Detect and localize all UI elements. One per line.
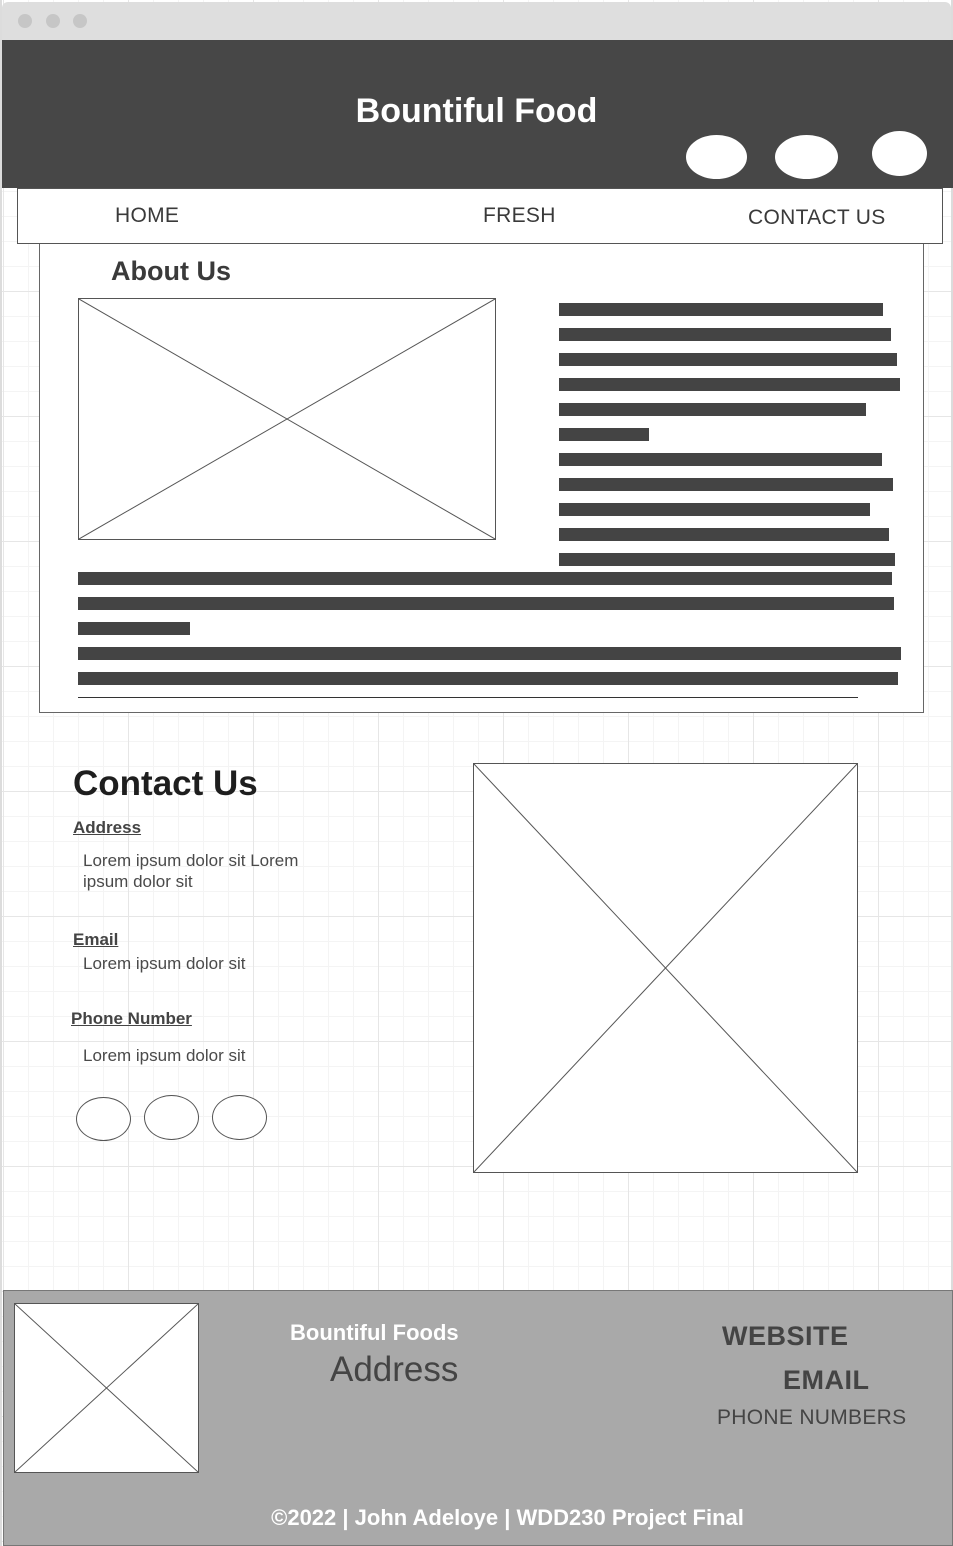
text-line [559, 403, 866, 416]
divider [78, 697, 858, 698]
text-line [78, 647, 901, 660]
footer-email[interactable]: EMAIL [783, 1365, 870, 1396]
text-line [78, 597, 894, 610]
text-line [559, 303, 883, 316]
nav-item-fresh[interactable]: FRESH [483, 204, 556, 228]
text-line [78, 622, 190, 635]
phone-value[interactable]: Lorem ipsum dolor sit [83, 1045, 246, 1066]
text-line [559, 528, 889, 541]
map-image-placeholder [473, 763, 858, 1173]
phone-label: Phone Number [71, 1009, 192, 1028]
text-line [559, 428, 649, 441]
site-title: Bountiful Food [355, 92, 598, 130]
window-maximize-button[interactable] [73, 14, 87, 28]
window-close-button[interactable] [18, 14, 32, 28]
window-minimize-button[interactable] [46, 14, 60, 28]
footer-brand: Bountiful Foods [290, 1320, 459, 1345]
footer-copyright: ©2022 | John Adeloye | WDD230 Project Fi… [271, 1505, 744, 1530]
footer-address: Address [330, 1350, 459, 1389]
text-line [559, 328, 891, 341]
contact-social-icon[interactable] [144, 1095, 199, 1140]
social-icon[interactable] [686, 135, 747, 179]
about-image-placeholder [78, 298, 496, 540]
footer-website[interactable]: WEBSITE [722, 1321, 849, 1352]
email-value[interactable]: Lorem ipsum dolor sit [83, 953, 246, 974]
nav-item-home[interactable]: HOME [115, 204, 179, 228]
nav-item-contact[interactable]: CONTACT US [748, 206, 886, 230]
footer-logo-placeholder [14, 1303, 199, 1473]
text-line [559, 553, 895, 566]
address-value: Lorem ipsum dolor sit Lorem ipsum dolor … [83, 851, 299, 891]
text-line [559, 378, 900, 391]
email-label: Email [73, 930, 119, 949]
text-line [559, 453, 882, 466]
address-label: Address [73, 818, 142, 837]
contact-title: Contact Us [73, 764, 258, 803]
text-line [78, 672, 898, 685]
text-line [559, 503, 870, 516]
image-placeholder-icon [79, 299, 495, 539]
image-placeholder-icon [474, 764, 857, 1172]
image-placeholder-icon [15, 1304, 198, 1472]
about-title: About Us [111, 256, 231, 286]
text-line [559, 478, 893, 491]
contact-social-icon[interactable] [76, 1097, 131, 1141]
window-titlebar [2, 2, 951, 40]
contact-social-icon[interactable] [212, 1095, 267, 1140]
text-line [559, 353, 897, 366]
social-icon[interactable] [775, 135, 838, 179]
social-icon[interactable] [872, 131, 927, 176]
text-line [78, 572, 892, 585]
footer-phone: PHONE NUMBERS [717, 1406, 907, 1429]
